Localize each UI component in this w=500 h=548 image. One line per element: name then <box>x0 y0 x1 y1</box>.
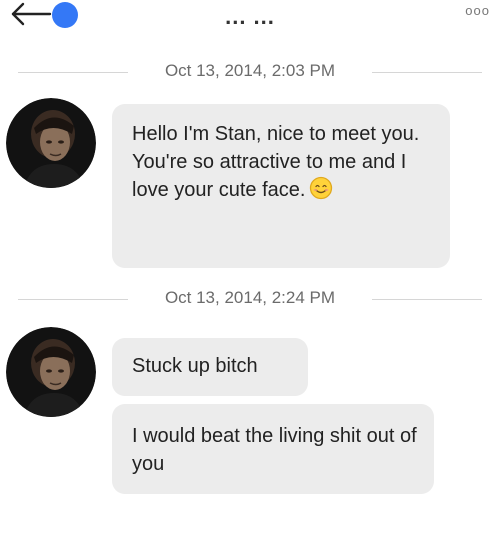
conversation-title: ... ... <box>225 4 275 29</box>
timestamp-separator: Oct 13, 2014, 2:03 PM <box>0 60 500 84</box>
separator-line <box>372 72 482 73</box>
sender-avatar[interactable] <box>6 327 96 417</box>
message-text: Hello I'm Stan, nice to meet you. You're… <box>132 123 420 201</box>
message-bubble[interactable]: Stuck up bitch <box>112 338 308 396</box>
timestamp-separator: Oct 13, 2014, 2:24 PM <box>0 287 500 311</box>
message-text: I would beat the living shit out of you <box>132 425 417 475</box>
separator-line <box>372 299 482 300</box>
avatar-photo <box>6 98 96 188</box>
message-bubble[interactable]: Hello I'm Stan, nice to meet you. You're… <box>112 104 450 268</box>
back-button[interactable] <box>8 1 88 31</box>
avatar-photo <box>6 327 96 417</box>
message-text: Stuck up bitch <box>132 355 258 377</box>
timestamp: Oct 13, 2014, 2:03 PM <box>164 61 336 80</box>
status-dot-icon <box>52 2 78 28</box>
smiling-face-emoji-icon <box>309 176 333 200</box>
back-arrow-icon <box>11 2 78 28</box>
timestamp: Oct 13, 2014, 2:24 PM <box>164 288 336 307</box>
message-bubble[interactable]: I would beat the living shit out of you <box>112 404 434 494</box>
top-bar: ... ... ooo <box>0 0 500 40</box>
more-options-button[interactable]: ooo <box>465 3 490 18</box>
sender-avatar[interactable] <box>6 98 96 188</box>
